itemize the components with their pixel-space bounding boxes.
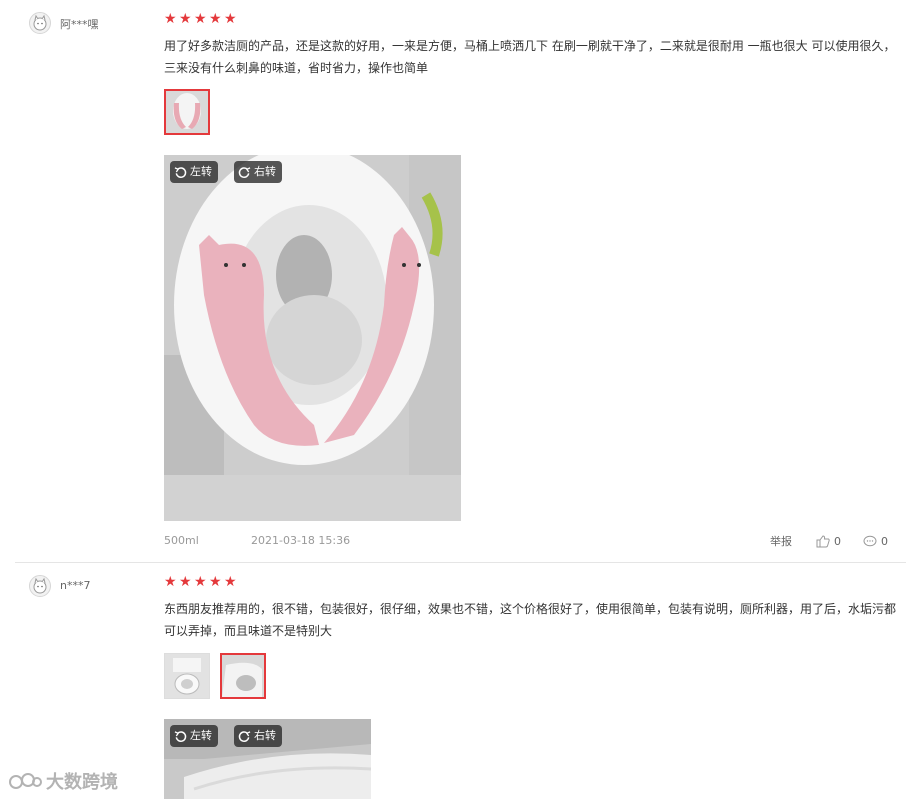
rotate-right-icon (238, 166, 251, 178)
star-icon: ★ (224, 574, 237, 590)
report-link[interactable]: 举报 (770, 533, 792, 549)
review-actions: 举报 0 0 (770, 533, 888, 549)
rotate-left-icon (174, 730, 187, 742)
thumbs-up-icon (816, 534, 830, 547)
review-thumbnail[interactable] (164, 89, 210, 135)
star-icon: ★ (179, 11, 192, 27)
star-icon: ★ (164, 574, 177, 590)
rotate-right-icon (238, 730, 251, 742)
image-thumbnails (164, 89, 210, 135)
reply-button[interactable]: 0 (863, 535, 888, 548)
star-icon: ★ (179, 574, 192, 590)
watermark-icon (9, 773, 42, 789)
star-icon: ★ (224, 11, 237, 27)
rotate-left-button[interactable]: 左转 (170, 725, 218, 747)
user-avatar-icon (29, 575, 51, 597)
star-icon: ★ (209, 574, 222, 590)
watermark-logo: 大数跨境 (8, 768, 118, 794)
rotate-right-label: 右转 (254, 729, 276, 742)
image-thumbnails (164, 653, 266, 699)
username[interactable]: 阿***嘿 (60, 16, 99, 32)
user-avatar-icon (29, 12, 51, 34)
username[interactable]: n***7 (60, 579, 90, 592)
review-thumbnail[interactable] (164, 653, 210, 699)
rotate-right-button[interactable]: 右转 (234, 161, 282, 183)
rating-stars: ★ ★ ★ ★ ★ (164, 575, 238, 589)
rotate-left-icon (174, 166, 187, 178)
rotate-left-label: 左转 (190, 729, 212, 742)
rotate-right-button[interactable]: 右转 (234, 725, 282, 747)
rotate-right-label: 右转 (254, 165, 276, 178)
rating-stars: ★ ★ ★ ★ ★ (164, 12, 238, 26)
review-image-preview[interactable]: 左转 右转 (164, 719, 371, 799)
comment-icon (863, 535, 877, 546)
star-icon: ★ (194, 574, 207, 590)
like-button[interactable]: 0 (816, 535, 841, 548)
review-content: 东西朋友推荐用的，很不错，包装很好，很仔细，效果也不错，这个价格很好了，使用很简… (164, 602, 897, 638)
reply-count: 0 (881, 534, 888, 548)
review-content: 用了好多款洁厕的产品，还是这款的好用，一来是方便，马桶上喷洒几下 在刷一刷就干净… (164, 39, 896, 75)
review-image-preview[interactable]: 左转 右转 (164, 155, 461, 521)
watermark-text: 大数跨境 (46, 772, 118, 793)
star-icon: ★ (209, 11, 222, 27)
review-divider (15, 562, 906, 563)
product-spec: 500ml (164, 534, 199, 547)
rotate-left-label: 左转 (190, 165, 212, 178)
review-date: 2021-03-18 15:36 (251, 534, 351, 547)
star-icon: ★ (194, 11, 207, 27)
rotate-left-button[interactable]: 左转 (170, 161, 218, 183)
like-count: 0 (834, 534, 841, 548)
star-icon: ★ (164, 11, 177, 27)
review-thumbnail[interactable] (220, 653, 266, 699)
